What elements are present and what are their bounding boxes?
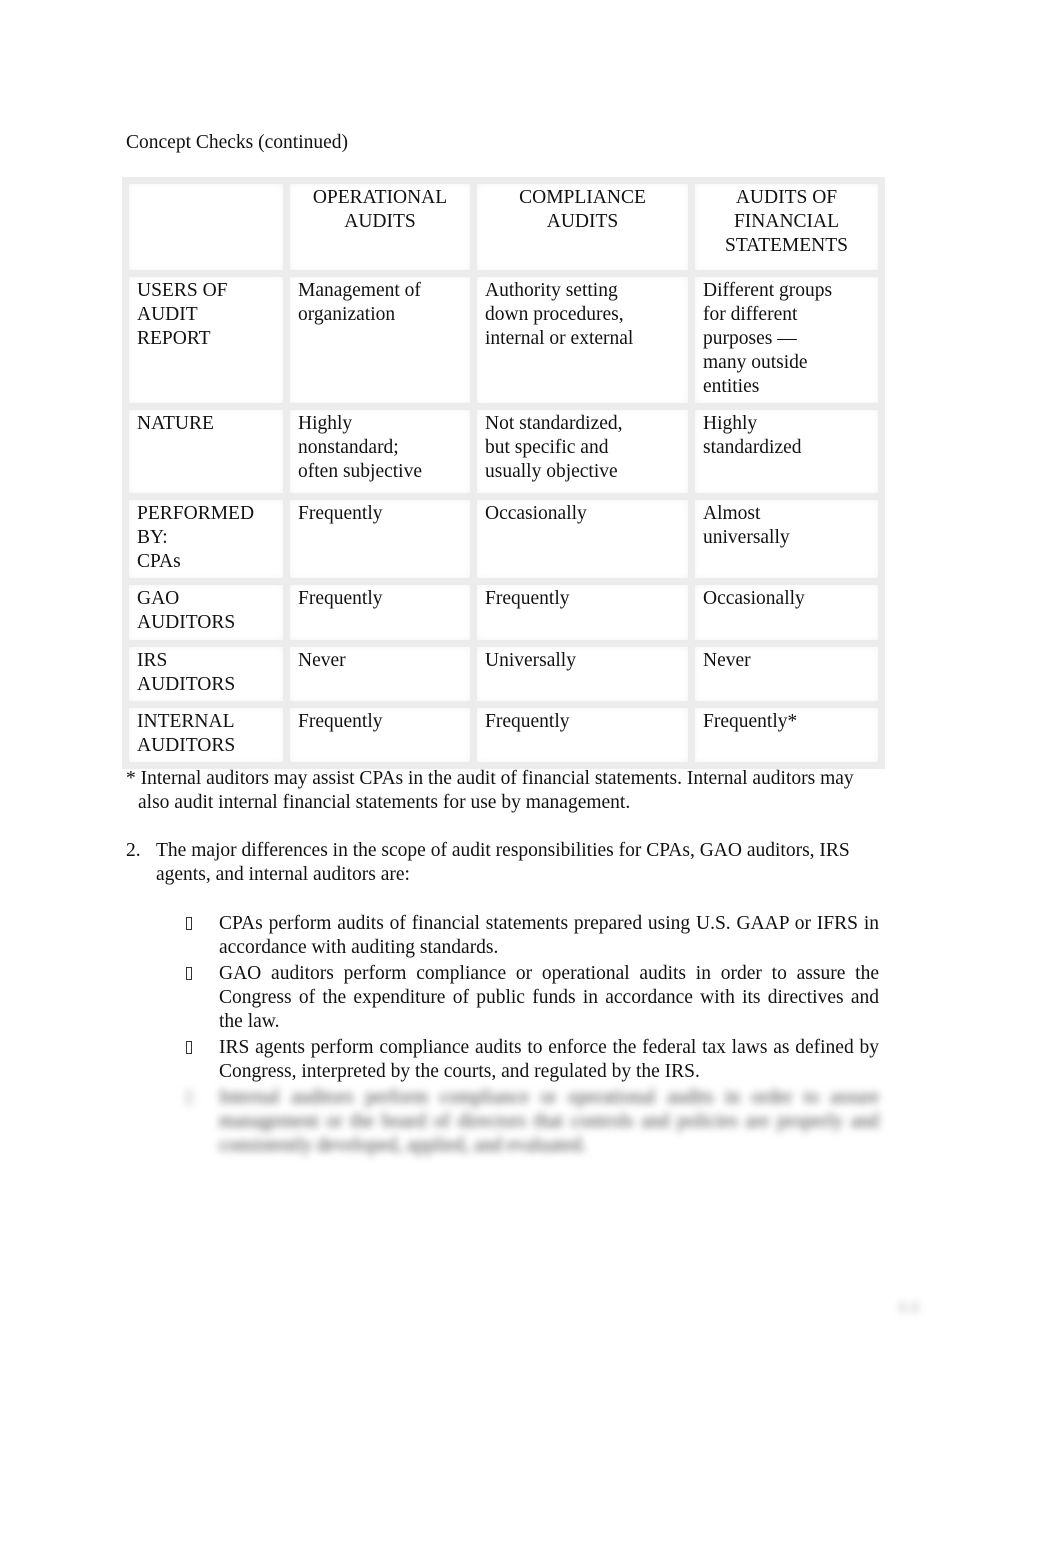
table-cell: Frequently [470, 701, 695, 769]
header-operational-audits: OPERATIONAL AUDITS [283, 177, 477, 277]
table-cell: Universally [470, 640, 695, 708]
table-cell: Frequently [283, 493, 477, 585]
row-label: NATURE [122, 403, 290, 500]
table-cell: Never [688, 640, 885, 708]
table-row: NATURE Highly nonstandard; often subject… [122, 403, 885, 500]
bullet-text: CPAs perform audits of financial stateme… [219, 913, 879, 958]
table-cell: Highly standardized [688, 403, 885, 500]
row-label: IRS AUDITORS [122, 640, 290, 708]
table-row: USERS OF AUDIT REPORT Management of orga… [122, 270, 885, 410]
table-row: PERFORMED BY: CPAs Frequently Occasional… [122, 493, 885, 585]
audit-comparison-table: OPERATIONAL AUDITS COMPLIANCE AUDITS AUD… [122, 177, 885, 769]
table-cell: Frequently* [688, 701, 885, 769]
row-label: USERS OF AUDIT REPORT [122, 270, 290, 410]
answer-bullet-list: CPAs perform audits of financial stateme… [186, 912, 879, 1160]
bullet-icon [186, 967, 192, 980]
row-label: PERFORMED BY: CPAs [122, 493, 290, 585]
table-cell: Authority setting down procedures, inter… [470, 270, 695, 410]
table-cell: Frequently [283, 578, 477, 647]
audit-comparison-table-wrapper: OPERATIONAL AUDITS COMPLIANCE AUDITS AUD… [122, 177, 885, 769]
list-item-blurred: Internal auditors perform compliance or … [186, 1086, 879, 1158]
table-row: INTERNAL AUDITORS Frequently Frequently … [122, 701, 885, 769]
bullet-icon [186, 1091, 192, 1104]
table-cell: Never [283, 640, 477, 708]
question-2: 2. The major differences in the scope of… [126, 839, 886, 887]
bullet-text: Internal auditors perform compliance or … [219, 1087, 879, 1156]
header-cell-empty [122, 177, 290, 277]
table-cell: Almost universally [688, 493, 885, 585]
table-header-row: OPERATIONAL AUDITS COMPLIANCE AUDITS AUD… [122, 177, 885, 277]
table-cell: Occasionally [470, 493, 695, 585]
table-cell: Frequently [283, 701, 477, 769]
table-cell: Different groups for different purposes … [688, 270, 885, 410]
row-label: INTERNAL AUDITORS [122, 701, 290, 769]
table-cell: Management of organization [283, 270, 477, 410]
question-text: The major differences in the scope of au… [156, 840, 850, 885]
table-cell: Occasionally [688, 578, 885, 647]
table-cell: Frequently [470, 578, 695, 647]
page-title: Concept Checks (continued) [126, 132, 349, 153]
table-cell: Highly nonstandard; often subjective [283, 403, 477, 500]
row-label: GAO AUDITORS [122, 578, 290, 647]
table-row: IRS AUDITORS Never Universally Never [122, 640, 885, 708]
list-item: CPAs perform audits of financial stateme… [186, 912, 879, 960]
header-financial-statement-audits: AUDITS OF FINANCIAL STATEMENTS [688, 177, 885, 277]
bullet-icon [186, 917, 192, 930]
question-number: 2. [126, 840, 141, 861]
table-cell: Not standardized, but specific and usual… [470, 403, 695, 500]
bullet-text: IRS agents perform compliance audits to … [219, 1037, 879, 1082]
bullet-text: GAO auditors perform compliance or opera… [219, 963, 879, 1032]
list-item: IRS agents perform compliance audits to … [186, 1036, 879, 1084]
table-footnote: * Internal auditors may assist CPAs in t… [126, 768, 854, 813]
header-compliance-audits: COMPLIANCE AUDITS [470, 177, 695, 277]
list-item: GAO auditors perform compliance or opera… [186, 962, 879, 1034]
bullet-icon [186, 1041, 192, 1054]
table-row: GAO AUDITORS Frequently Frequently Occas… [122, 578, 885, 647]
page-number: 1-1 [898, 1299, 920, 1316]
